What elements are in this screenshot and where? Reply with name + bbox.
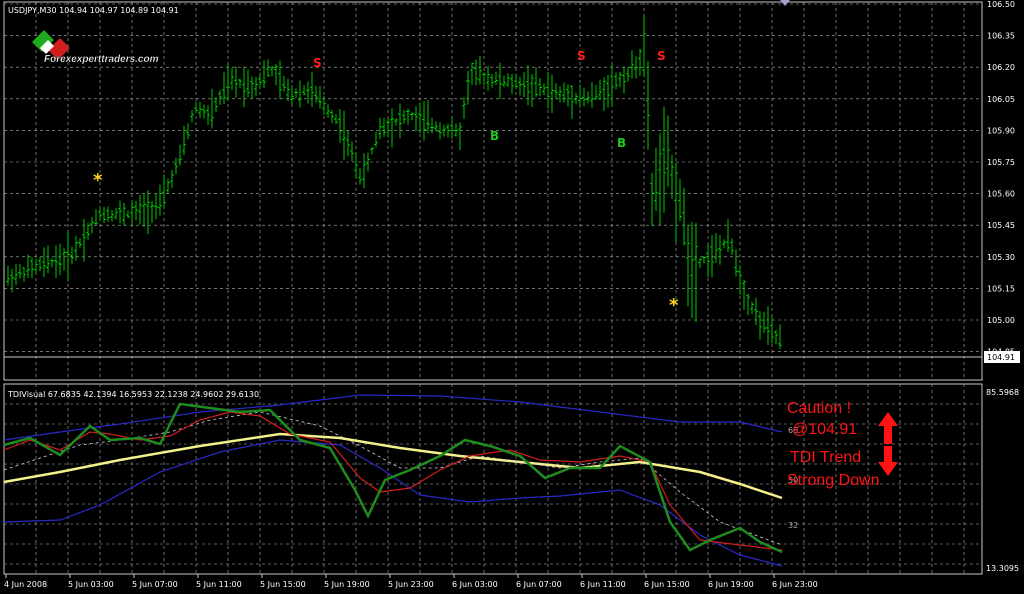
price-tick-label: 105.30 bbox=[987, 253, 1015, 262]
symbol-header: USDJPY,M30 104.94 104.97 104.89 104.91 bbox=[8, 6, 179, 15]
sell-signal-1: S bbox=[313, 56, 322, 70]
caution-line-2: @104.91 bbox=[792, 421, 857, 438]
price-tick-label: 106.20 bbox=[987, 63, 1015, 72]
time-label: 5 Jun 11:00 bbox=[196, 580, 242, 589]
indicator-min-label: 13.3095 bbox=[986, 564, 1019, 573]
time-label: 5 Jun 03:00 bbox=[68, 580, 114, 589]
time-label: 6 Jun 07:00 bbox=[516, 580, 562, 589]
caution-line-3: TDI Trend bbox=[790, 449, 861, 466]
time-label: 6 Jun 19:00 bbox=[708, 580, 754, 589]
price-tick-label: 106.05 bbox=[987, 95, 1015, 104]
current-price-label: 104.91 bbox=[987, 353, 1015, 362]
time-label: 5 Jun 19:00 bbox=[324, 580, 370, 589]
price-tick-label: 105.15 bbox=[987, 284, 1015, 293]
price-tick-label: 106.50 bbox=[987, 0, 1015, 9]
star-marker-2: * bbox=[669, 295, 679, 316]
sell-signal-2: S bbox=[577, 49, 586, 63]
price-tick-label: 106.35 bbox=[987, 32, 1015, 41]
price-tick-label: 105.75 bbox=[987, 158, 1015, 167]
buy-signal-1: B bbox=[490, 129, 499, 143]
time-label: 5 Jun 07:00 bbox=[132, 580, 178, 589]
time-label: 6 Jun 15:00 bbox=[644, 580, 690, 589]
logo-text: Forexexperttraders.com bbox=[44, 54, 159, 65]
time-label: 6 Jun 03:00 bbox=[452, 580, 498, 589]
time-label: 6 Jun 23:00 bbox=[772, 580, 818, 589]
level-label-32: 32 bbox=[788, 521, 798, 530]
price-tick-label: 105.90 bbox=[987, 126, 1015, 135]
price-tick-label: 105.45 bbox=[987, 221, 1015, 230]
indicator-header: TDIVisual 67.6835 42.1394 16.5953 22.123… bbox=[7, 390, 259, 399]
price-tick-label: 105.60 bbox=[987, 190, 1015, 199]
time-label: 6 Jun 11:00 bbox=[580, 580, 626, 589]
time-axis: 4 Jun 2008 5 Jun 03:00 5 Jun 07:00 5 Jun 11… bbox=[4, 574, 818, 589]
price-axis: 106.50 106.35 106.20 106.05 105.90 105.75 105.… bbox=[987, 0, 1015, 357]
price-tick-label: 105.00 bbox=[987, 316, 1015, 325]
time-label: 5 Jun 23:00 bbox=[388, 580, 434, 589]
star-marker-1: * bbox=[93, 170, 103, 191]
caution-line-1: Caution ! bbox=[787, 400, 851, 417]
sell-signal-3: S bbox=[657, 49, 666, 63]
indicator-max-label: 85.5968 bbox=[986, 388, 1019, 397]
caution-line-4: Strong Down bbox=[787, 472, 880, 489]
time-label: 5 Jun 15:00 bbox=[260, 580, 306, 589]
trading-chart: USDJPY,M30 104.94 104.97 104.89 104.91 F… bbox=[3, 0, 1020, 589]
buy-signal-2: B bbox=[617, 136, 626, 150]
time-label: 4 Jun 2008 bbox=[4, 580, 47, 589]
